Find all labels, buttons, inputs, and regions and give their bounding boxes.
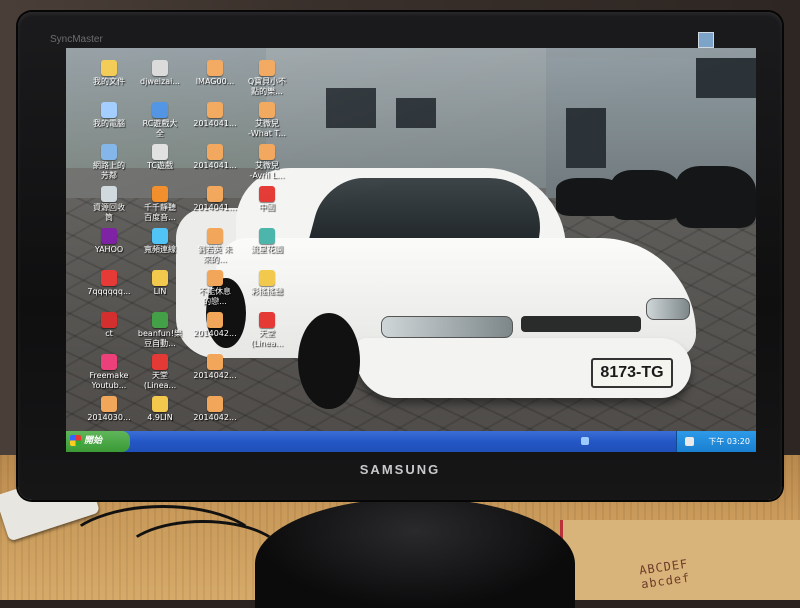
desktop-icon[interactable]: 千千靜聽 百度音... <box>129 186 191 223</box>
desktop-icon-glyph <box>152 60 168 76</box>
bezel-model-label: SyncMaster <box>50 34 103 45</box>
desktop-icon-glyph <box>152 186 168 202</box>
desktop-icon-glyph <box>259 60 275 76</box>
desktop-icon-label: 2014042... <box>193 371 237 380</box>
desktop-icon[interactable]: 流星花園 <box>236 228 298 255</box>
desktop-icon-glyph <box>207 60 223 76</box>
desktop-icon[interactable] <box>236 354 298 371</box>
system-tray: 下午 03:20 <box>676 431 756 452</box>
building-window <box>396 98 436 128</box>
car-grille <box>521 316 641 332</box>
desktop-icon-glyph <box>259 270 275 286</box>
volume-icon[interactable] <box>685 437 694 446</box>
desktop-icon-glyph <box>207 186 223 202</box>
desktop-icon-label: 艾微兒 -What T... <box>247 119 286 138</box>
desktop-icon-label: 流星花園 <box>251 245 283 254</box>
desktop-icon[interactable]: 中國 <box>236 186 298 213</box>
start-label: 開始 <box>84 436 103 446</box>
desktop-icon[interactable]: TC遊戲 <box>129 144 191 171</box>
start-button[interactable]: 開始 <box>66 431 130 452</box>
desktop-icon-glyph <box>207 312 223 328</box>
clock[interactable]: 下午 03:20 <box>708 437 750 446</box>
desktop-icon-glyph <box>152 102 168 118</box>
desktop-icon-glyph <box>207 144 223 160</box>
desktop-icon-label: 4.9LIN <box>147 413 173 422</box>
building-window <box>326 88 376 128</box>
desktop-icon[interactable]: djweizai... <box>129 60 191 87</box>
desktop-icon-glyph <box>152 312 168 328</box>
desktop-icon-glyph <box>101 354 117 370</box>
desktop-icon[interactable]: 2014042... <box>184 396 246 423</box>
desktop-icon-label: 天堂 (Linea... <box>143 371 177 390</box>
desktop-icon-label: LIN <box>153 287 167 296</box>
desktop-icon-glyph <box>207 102 223 118</box>
desktop-icon-label: djweizai... <box>140 77 180 86</box>
desktop-icon-label: beanfun!樂 豆自動... <box>137 329 183 348</box>
desktop-icon-glyph <box>259 186 275 202</box>
desktop-icon-glyph <box>101 312 117 328</box>
desktop-icon-glyph <box>207 354 223 370</box>
desktop-icon-glyph <box>207 228 223 244</box>
desktop-icon[interactable]: LIN <box>129 270 191 297</box>
license-plate: 8173-TG <box>591 358 673 388</box>
desktop-icon-glyph <box>259 144 275 160</box>
desktop-icon-label: 寬頻連線 <box>144 245 176 254</box>
desktop-icon-glyph <box>101 144 117 160</box>
desktop-icon-glyph <box>207 270 223 286</box>
desktop-icon-label: 艾微兒 -Avril L... <box>249 161 285 180</box>
desktop-icon-glyph <box>101 102 117 118</box>
desktop-icon[interactable]: 天堂 (Linea... <box>129 354 191 391</box>
desktop-icon-label: 2014042... <box>193 413 237 422</box>
building-window <box>696 58 756 98</box>
monitor-sticker <box>698 32 714 48</box>
desktop-icon-glyph <box>152 354 168 370</box>
desktop-icon[interactable]: RC遊戲大 全 <box>129 102 191 139</box>
headlight-left <box>381 316 513 338</box>
desktop-icon-label: RC遊戲大 全 <box>142 119 178 138</box>
desktop-icon[interactable]: 4.9LIN <box>129 396 191 423</box>
desktop-icon[interactable]: Q寶貝小不 點的樂... <box>236 60 298 97</box>
desktop-icon-glyph <box>259 102 275 118</box>
desktop-icon-glyph <box>259 312 275 328</box>
desktop-icon-glyph <box>152 144 168 160</box>
wallpaper-building <box>266 48 546 188</box>
desktop-icon-label: 中國 <box>259 203 275 212</box>
desktop-icon-label: 天堂 (Linea... <box>250 329 284 348</box>
windows-logo-icon <box>70 435 81 446</box>
building-window <box>566 108 606 168</box>
screen: 8173-TG 我的文件 djweizai... IMAG00... Q寶貝小不 點的… <box>66 48 756 452</box>
network-icon[interactable] <box>581 437 589 445</box>
desktop-icon-glyph <box>152 270 168 286</box>
desktop-icon-glyph <box>259 228 275 244</box>
desktop-icon-label: TC遊戲 <box>146 161 173 170</box>
desktop-icon-glyph <box>101 228 117 244</box>
desktop-icon[interactable]: beanfun!樂 豆自動... <box>129 312 191 349</box>
desktop-icon-glyph <box>259 354 275 370</box>
desktop-icon-label: 彩搖搖聽 <box>251 287 283 296</box>
desktop-icon-glyph <box>152 396 168 412</box>
desktop-icon-label: 千千靜聽 百度音... <box>144 203 176 222</box>
desktop-icon[interactable]: 艾微兒 -Avril L... <box>236 144 298 181</box>
desktop-icon[interactable]: 艾微兒 -What T... <box>236 102 298 139</box>
desktop-icon-glyph <box>152 228 168 244</box>
desktop-icon-glyph <box>101 186 117 202</box>
car-wheel <box>298 313 360 409</box>
desktop-icon-glyph <box>101 396 117 412</box>
headlight-right <box>646 298 690 320</box>
brand-logo: SAMSUNG <box>359 462 441 477</box>
desktop-icon-glyph <box>101 270 117 286</box>
desktop-icon-label: Q寶貝小不 點的樂... <box>247 77 287 96</box>
desktop-icon[interactable]: 寬頻連線 <box>129 228 191 255</box>
monitor: SyncMaster 8173-TG 我的文件 djweizai... IMAG… <box>18 12 782 500</box>
desktop-icon[interactable]: 彩搖搖聽 <box>236 270 298 297</box>
desktop-icon-glyph <box>101 60 117 76</box>
taskbar: 開始 下午 03:20 <box>66 431 756 452</box>
desktop-icon-glyph <box>207 396 223 412</box>
desktop-icon[interactable]: 天堂 (Linea... <box>236 312 298 349</box>
